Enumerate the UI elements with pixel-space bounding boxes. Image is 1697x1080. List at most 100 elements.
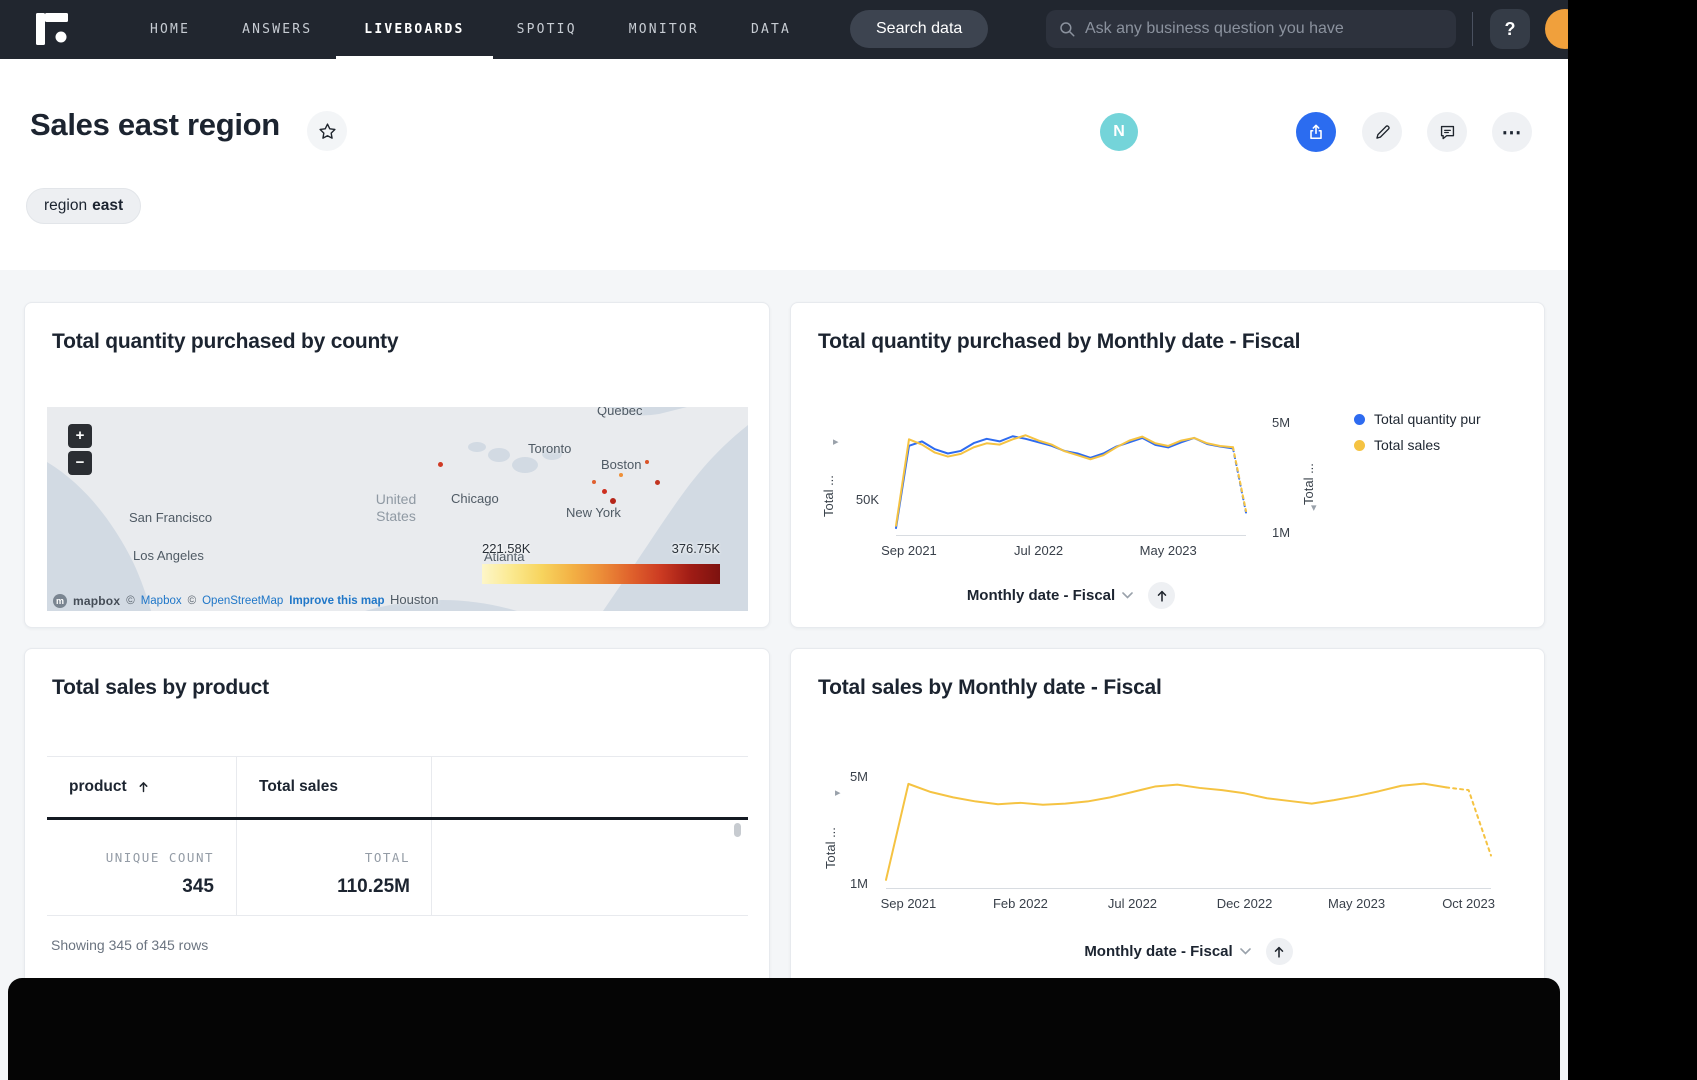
mapbox-link[interactable]: Mapbox	[141, 595, 182, 607]
mapbox-logo-icon[interactable]: m	[53, 594, 67, 608]
x-axis-tick: May 2023	[1140, 543, 1197, 558]
chevron-down-icon[interactable]	[1240, 948, 1251, 955]
right-axis-expand-icon[interactable]: ▾	[1311, 503, 1317, 514]
legend-item-quantity[interactable]: Total quantity pur	[1354, 411, 1481, 427]
ask-question-input[interactable]	[1085, 20, 1444, 38]
y-axis-tick: 5M	[1272, 415, 1290, 430]
openstreetmap-link[interactable]: OpenStreetMap	[202, 595, 283, 607]
y-axis-tick: 1M	[1272, 525, 1290, 540]
line-chart-plot[interactable]	[886, 769, 1491, 889]
x-axis-field-selector[interactable]: Monthly date - Fiscal	[1084, 943, 1232, 960]
pencil-icon	[1373, 123, 1392, 142]
y-axis-tick: 50K	[845, 492, 879, 507]
ask-question-searchbar[interactable]	[1046, 10, 1456, 48]
viz-card-quantity-line: Total quantity purchased by Monthly date…	[790, 302, 1545, 628]
x-axis-ticks: Sep 2021Jul 2022May 2023	[896, 543, 1246, 561]
nav-item-liveboards[interactable]: LIVEBOARDS	[364, 0, 464, 59]
top-nav: HOME ANSWERS LIVEBOARDS SPOTIQ MONITOR D…	[0, 0, 1568, 59]
filter-chip-region[interactable]: region east	[26, 188, 141, 224]
summary-value-unique-count: 345	[47, 876, 214, 898]
nav-item-home[interactable]: HOME	[150, 0, 190, 59]
mapbox-wordmark[interactable]: mapbox	[73, 594, 120, 608]
thoughtspot-logo-icon[interactable]	[36, 13, 70, 45]
nav-item-answers[interactable]: ANSWERS	[242, 0, 312, 59]
map-label-los-angeles: Los Angeles	[133, 548, 204, 563]
header-divider	[47, 817, 748, 820]
filter-chip-value: east	[92, 197, 123, 215]
help-button[interactable]: ?	[1490, 9, 1530, 49]
filter-chip-name: region	[44, 197, 87, 215]
heat-legend-bar	[482, 564, 720, 584]
left-axis-title: Total ...	[821, 445, 836, 517]
x-axis-tick: Sep 2021	[881, 543, 937, 558]
map-zoom-in-button[interactable]: +	[68, 424, 92, 448]
map-zoom-out-button[interactable]: −	[68, 451, 92, 475]
map-label-san-francisco: San Francisco	[129, 510, 212, 525]
thoughtspot-app: HOME ANSWERS LIVEBOARDS SPOTIQ MONITOR D…	[0, 0, 1568, 1080]
legend-item-sales[interactable]: Total sales	[1354, 437, 1481, 453]
nav-item-spotiq[interactable]: SPOTIQ	[517, 0, 577, 59]
heat-legend-max: 376.75K	[643, 541, 720, 556]
row-divider	[47, 915, 748, 916]
comment-button[interactable]	[1427, 112, 1467, 152]
map-zoom-controls: + −	[68, 424, 92, 475]
table-scrollbar-thumb[interactable]	[734, 823, 741, 837]
map-label-quebec: Quebec	[597, 407, 643, 418]
line-chart-plot[interactable]	[896, 418, 1246, 536]
map-label-united-states: United States	[364, 491, 428, 525]
author-avatar[interactable]: N	[1100, 113, 1138, 151]
user-avatar[interactable]	[1545, 9, 1568, 49]
map-data-point	[592, 480, 596, 484]
primary-nav: HOME ANSWERS LIVEBOARDS SPOTIQ MONITOR D…	[150, 0, 791, 59]
viz-card-table: Total sales by product product Total sal…	[24, 648, 770, 1010]
map-data-point	[602, 489, 607, 494]
nav-item-monitor[interactable]: MONITOR	[629, 0, 699, 59]
more-options-button[interactable]: ⋯	[1492, 112, 1532, 152]
viz-title-table[interactable]: Total sales by product	[52, 676, 269, 700]
edit-button[interactable]	[1362, 112, 1402, 152]
search-data-button[interactable]: Search data	[850, 10, 988, 48]
map-label-boston: Boston	[601, 457, 641, 472]
summary-label-total: TOTAL	[236, 850, 410, 865]
nav-item-data[interactable]: DATA	[751, 0, 791, 59]
map-label-new-york: New York	[566, 505, 621, 520]
bottom-letterbox	[8, 978, 1560, 1080]
legend-label: Total sales	[1374, 437, 1440, 453]
viz-card-sales-line: Total sales by Monthly date - Fiscal ▸ T…	[790, 648, 1545, 1000]
sort-ascending-icon	[137, 780, 150, 794]
column-label: product	[69, 778, 127, 796]
map-data-point	[610, 498, 616, 504]
copyright-symbol: ©	[126, 595, 134, 607]
summary-value-total: 110.25M	[236, 876, 410, 898]
x-axis-control: Monthly date - Fiscal	[886, 938, 1491, 965]
heat-legend-min: 221.58K	[482, 541, 530, 556]
map-data-point	[438, 462, 443, 467]
liveboard-title: Sales east region	[30, 107, 280, 143]
x-axis-field-selector[interactable]: Monthly date - Fiscal	[967, 587, 1115, 604]
map-data-point	[619, 473, 623, 477]
geo-map[interactable]: + − Quebec Toronto Boston New York Chica…	[47, 407, 748, 611]
column-header-total-sales[interactable]: Total sales	[259, 757, 338, 817]
map-data-point	[645, 460, 649, 464]
arrow-up-icon	[1155, 589, 1169, 603]
viz-card-map: Total quantity purchased by county + −	[24, 302, 770, 628]
sort-ascending-button[interactable]	[1266, 938, 1293, 965]
viz-title-map[interactable]: Total quantity purchased by county	[52, 330, 398, 354]
favorite-button[interactable]	[307, 111, 347, 151]
left-axis-title: Total ...	[823, 797, 838, 869]
summary-label-unique-count: UNIQUE COUNT	[47, 850, 214, 865]
sort-ascending-button[interactable]	[1148, 582, 1175, 609]
viz-title-sales-line[interactable]: Total sales by Monthly date - Fiscal	[818, 676, 1162, 700]
legend-label: Total quantity pur	[1374, 411, 1481, 427]
improve-map-link[interactable]: Improve this map	[289, 595, 384, 607]
liveboard-canvas: Total quantity purchased by county + −	[0, 270, 1568, 1080]
comment-icon	[1438, 123, 1457, 142]
chevron-down-icon[interactable]	[1122, 592, 1133, 599]
share-button[interactable]	[1296, 112, 1336, 152]
x-axis-tick: Feb 2022	[993, 896, 1048, 911]
column-header-product[interactable]: product	[69, 757, 150, 817]
map-data-point	[655, 480, 660, 485]
viz-title-quantity-line[interactable]: Total quantity purchased by Monthly date…	[818, 330, 1300, 354]
share-icon	[1306, 122, 1326, 142]
x-axis-tick: May 2023	[1328, 896, 1385, 911]
